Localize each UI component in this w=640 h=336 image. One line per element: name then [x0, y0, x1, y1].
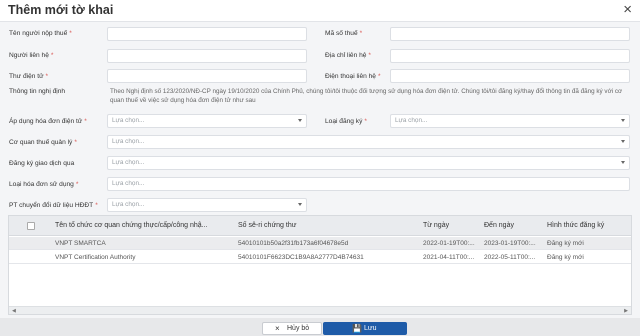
- column-header-organization[interactable]: Tên tổ chức cơ quan chứng thực/cấp/công …: [55, 222, 208, 229]
- horizontal-scrollbar[interactable]: ◀ ▶: [9, 306, 631, 314]
- cell-registration-form: Đăng ký mới: [547, 254, 584, 261]
- cell-to-date: 2022-05-11T00:...: [484, 254, 536, 261]
- contact-person-label: Người liên hệ *: [9, 52, 54, 59]
- cell-from-date: 2021-04-11T00:...: [423, 254, 475, 261]
- scroll-left-icon[interactable]: ◀: [12, 308, 16, 314]
- save-button-label: Lưu: [364, 325, 377, 332]
- cell-organization: VNPT SMARTCA: [55, 240, 106, 247]
- chevron-down-icon: [298, 119, 302, 122]
- dialog-header: Thêm mới tờ khai ×: [0, 0, 640, 22]
- cell-serial: 54010101F6623DC1B9A8A2777D4B74631: [238, 254, 364, 261]
- transaction-register-label: Đăng ký giao dịch qua: [9, 160, 75, 167]
- cell-to-date: 2023-01-19T00:...: [484, 240, 536, 247]
- transaction-register-placeholder: Lựa chọn...: [112, 159, 145, 166]
- table-header: Tên tổ chức cơ quan chứng thực/cấp/công …: [9, 216, 631, 236]
- close-icon[interactable]: ×: [623, 2, 632, 18]
- apply-einvoice-select[interactable]: Lựa chọn...: [107, 114, 307, 128]
- column-header-registration-form[interactable]: Hình thức đăng ký: [547, 222, 604, 229]
- registration-type-label: Loại đăng ký *: [325, 118, 367, 125]
- cell-serial: 54010101b50a2f31fb173a6f04678e5d: [238, 240, 349, 247]
- select-all-checkbox[interactable]: [27, 222, 35, 230]
- decree-info-text: Theo Nghị định số 123/2020/NĐ-CP ngày 19…: [110, 88, 623, 104]
- chevron-down-icon: [621, 140, 625, 143]
- scroll-right-icon[interactable]: ▶: [624, 308, 628, 314]
- cell-registration-form: Đăng ký mới: [547, 240, 584, 247]
- apply-einvoice-placeholder: Lựa chọn...: [112, 117, 145, 124]
- registration-type-select[interactable]: Lựa chọn...: [390, 114, 630, 128]
- column-header-to-date[interactable]: Đến ngày: [484, 222, 514, 229]
- chevron-down-icon: [621, 161, 625, 164]
- cell-organization: VNPT Certification Authority: [55, 254, 136, 261]
- cancel-button-label: Hủy bỏ: [287, 325, 310, 332]
- invoice-type-placeholder: Lựa chọn...: [112, 180, 145, 187]
- contact-address-input[interactable]: [390, 49, 630, 63]
- contact-person-input[interactable]: [107, 49, 307, 63]
- conversion-method-placeholder: Lựa chọn...: [112, 201, 145, 208]
- conversion-method-select[interactable]: Lựa chọn...: [107, 198, 307, 212]
- tax-code-label: Mã số thuế *: [325, 30, 363, 37]
- chevron-down-icon: [621, 119, 625, 122]
- apply-einvoice-label: Áp dụng hóa đơn điện tử *: [9, 118, 87, 125]
- conversion-method-label: PT chuyển đổi dữ liệu HĐĐT *: [9, 202, 98, 209]
- save-icon: 💾: [352, 324, 362, 333]
- taxpayer-name-label: Tên người nộp thuế *: [9, 30, 72, 37]
- certificate-table: Tên tổ chức cơ quan chứng thực/cấp/công …: [8, 215, 632, 315]
- column-header-from-date[interactable]: Từ ngày: [423, 222, 449, 229]
- invoice-type-label: Loại hóa đơn sử dụng *: [9, 181, 79, 188]
- declaration-form: Tên người nộp thuế * Mã số thuế * Người li…: [0, 22, 640, 214]
- table-row[interactable]: VNPT SMARTCA 54010101b50a2f31fb173a6f046…: [9, 237, 631, 250]
- taxpayer-name-input[interactable]: [107, 27, 307, 41]
- save-button[interactable]: 💾 Lưu: [323, 322, 407, 335]
- cancel-button[interactable]: × Hủy bỏ: [262, 322, 322, 335]
- dialog-title: Thêm mới tờ khai: [8, 3, 114, 17]
- decree-info-label: Thông tin nghị định: [9, 88, 66, 95]
- dialog-footer: × Hủy bỏ 💾 Lưu: [0, 318, 640, 336]
- tax-code-input[interactable]: [390, 27, 630, 41]
- table-row[interactable]: VNPT Certification Authority 54010101F66…: [9, 251, 631, 264]
- tax-authority-select[interactable]: Lựa chọn...: [107, 135, 630, 149]
- chevron-down-icon: [298, 203, 302, 206]
- email-label: Thư điện tử *: [9, 73, 49, 80]
- phone-label: Điện thoại liên hệ *: [325, 73, 381, 80]
- email-input[interactable]: [107, 69, 307, 83]
- tax-authority-label: Cơ quan thuế quản lý *: [9, 139, 77, 146]
- invoice-type-select[interactable]: Lựa chọn...: [107, 177, 630, 191]
- contact-address-label: Địa chỉ liên hệ *: [325, 52, 371, 59]
- column-header-serial[interactable]: Số sê-ri chứng thư: [238, 222, 296, 229]
- transaction-register-select[interactable]: Lựa chọn...: [107, 156, 630, 170]
- close-icon: ×: [275, 324, 280, 333]
- tax-authority-placeholder: Lựa chọn...: [112, 138, 145, 145]
- cell-from-date: 2022-01-19T00:...: [423, 240, 475, 247]
- registration-type-placeholder: Lựa chọn...: [395, 117, 428, 124]
- phone-input[interactable]: [390, 69, 630, 83]
